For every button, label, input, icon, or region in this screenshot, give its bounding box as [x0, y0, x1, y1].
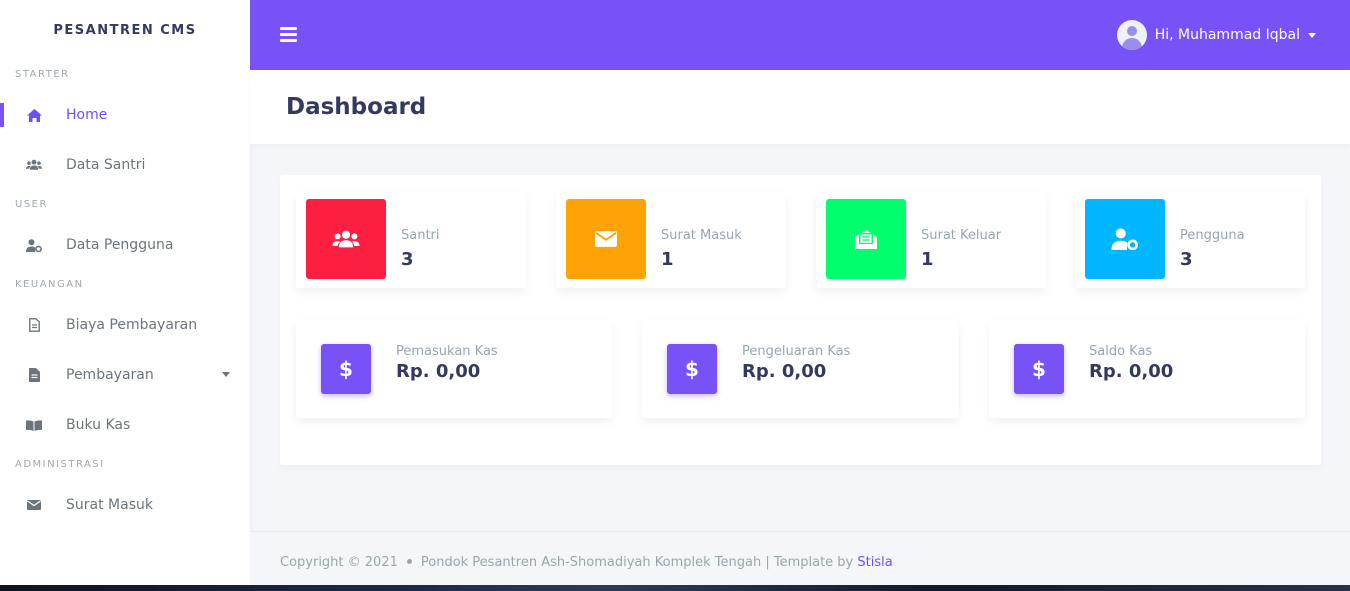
separator-dot — [406, 559, 412, 564]
sidebar-item-label: Data Pengguna — [66, 237, 174, 253]
footer: Copyright © 2021 Pondok Pesantren Ash-Sho… — [250, 531, 1350, 585]
menu-header-keuangan: KEUANGAN — [15, 279, 84, 290]
stat-label: Surat Masuk — [661, 228, 742, 243]
stat-card-pengguna[interactable]: Pengguna 3 — [1075, 191, 1305, 288]
stat-card-surat-keluar[interactable]: Surat Keluar 1 — [816, 191, 1046, 288]
user-dropdown[interactable]: Hi, Muhammad Iqbal — [1116, 20, 1316, 50]
chevron-down-icon — [222, 372, 230, 377]
user-cog-icon — [1085, 199, 1165, 279]
brand-logo[interactable]: PESANTREN CMS — [0, 0, 250, 60]
kas-value: Rp. 0,00 — [1089, 361, 1174, 382]
stisla-link[interactable]: Stisla — [857, 555, 892, 570]
footer-credit: Pondok Pesantren Ash-Shomadiyah Komplek … — [420, 555, 858, 570]
kas-label: Pengeluaran Kas — [742, 344, 851, 359]
sidebar-item-label: Buku Kas — [66, 417, 131, 433]
menu-header-administrasi: ADMINISTRASI — [15, 459, 105, 470]
menu-toggle-icon[interactable] — [280, 27, 297, 42]
kas-card-pengeluaran[interactable]: $ Pengeluaran Kas Rp. 0,00 — [642, 320, 959, 418]
dollar-icon: $ — [667, 344, 717, 394]
book-open-icon — [26, 417, 42, 433]
stat-label: Santri — [401, 228, 440, 243]
menu-header-user: USER — [15, 199, 48, 210]
kas-value: Rp. 0,00 — [396, 361, 481, 382]
kas-card-saldo[interactable]: $ Saldo Kas Rp. 0,00 — [989, 320, 1305, 418]
svg-text:$: $ — [1032, 358, 1046, 380]
svg-text:$: $ — [685, 358, 699, 380]
sidebar-item-label: Home — [66, 107, 108, 123]
envelope-open-text-icon — [826, 199, 906, 279]
active-indicator — [0, 103, 4, 127]
dollar-icon: $ — [321, 344, 371, 394]
svg-text:$: $ — [339, 358, 353, 380]
sidebar-item-biaya-pembayaran[interactable]: Biaya Pembayaran — [0, 300, 250, 350]
kas-value: Rp. 0,00 — [742, 361, 827, 382]
stat-value: 1 — [661, 249, 674, 270]
topbar: Hi, Muhammad Iqbal — [250, 0, 1350, 70]
sidebar-item-surat-masuk[interactable]: Surat Masuk — [0, 480, 250, 530]
sidebar-item-data-santri[interactable]: Data Santri — [0, 140, 250, 190]
chevron-down-icon — [1308, 32, 1316, 38]
sidebar-item-label: Biaya Pembayaran — [66, 317, 198, 333]
sidebar-item-label: Data Santri — [66, 157, 146, 173]
avatar — [1116, 20, 1147, 50]
sidebar-item-buku-kas[interactable]: Buku Kas — [0, 400, 250, 450]
file-icon — [26, 317, 42, 333]
kas-card-pemasukan[interactable]: $ Pemasukan Kas Rp. 0,00 — [296, 320, 612, 418]
sidebar-item-home[interactable]: Home — [0, 90, 250, 140]
stat-card-surat-masuk[interactable]: Surat Masuk 1 — [556, 191, 786, 288]
stat-label: Pengguna — [1180, 228, 1245, 243]
dollar-icon: $ — [1014, 344, 1064, 394]
page-title: Dashboard — [286, 94, 427, 120]
section-header: Dashboard — [250, 70, 1350, 144]
dashboard-card: Santri 3 Surat Masuk 1 Surat Keluar 1 Pe… — [280, 175, 1321, 465]
copyright-text: Copyright © 2021 — [280, 555, 398, 570]
menu-header-starter: STARTER — [15, 69, 70, 80]
kas-label: Pemasukan Kas — [396, 344, 498, 359]
sidebar-item-label: Pembayaran — [66, 367, 154, 383]
home-icon — [26, 107, 42, 123]
stat-value: 3 — [401, 249, 414, 270]
sidebar-item-data-pengguna[interactable]: Data Pengguna — [0, 220, 250, 270]
users-icon — [26, 157, 42, 173]
sidebar-item-label: Surat Masuk — [66, 497, 153, 513]
desktop-wallpaper — [0, 585, 1350, 591]
envelope-icon — [566, 199, 646, 279]
user-greeting: Hi, Muhammad Iqbal — [1154, 27, 1300, 43]
user-cog-icon — [26, 237, 42, 253]
sidebar: PESANTREN CMS STARTER Home Data Santri U… — [0, 0, 250, 585]
stat-value: 3 — [1180, 249, 1193, 270]
file-invoice-icon — [26, 367, 42, 383]
kas-label: Saldo Kas — [1089, 344, 1153, 359]
users-icon — [306, 199, 386, 279]
footer-text: Copyright © 2021 Pondok Pesantren Ash-Sho… — [280, 555, 893, 570]
envelope-icon — [26, 497, 42, 513]
sidebar-item-pembayaran[interactable]: Pembayaran — [0, 350, 250, 400]
stat-value: 1 — [921, 249, 934, 270]
stat-card-santri[interactable]: Santri 3 — [296, 191, 526, 288]
stat-label: Surat Keluar — [921, 228, 1002, 243]
